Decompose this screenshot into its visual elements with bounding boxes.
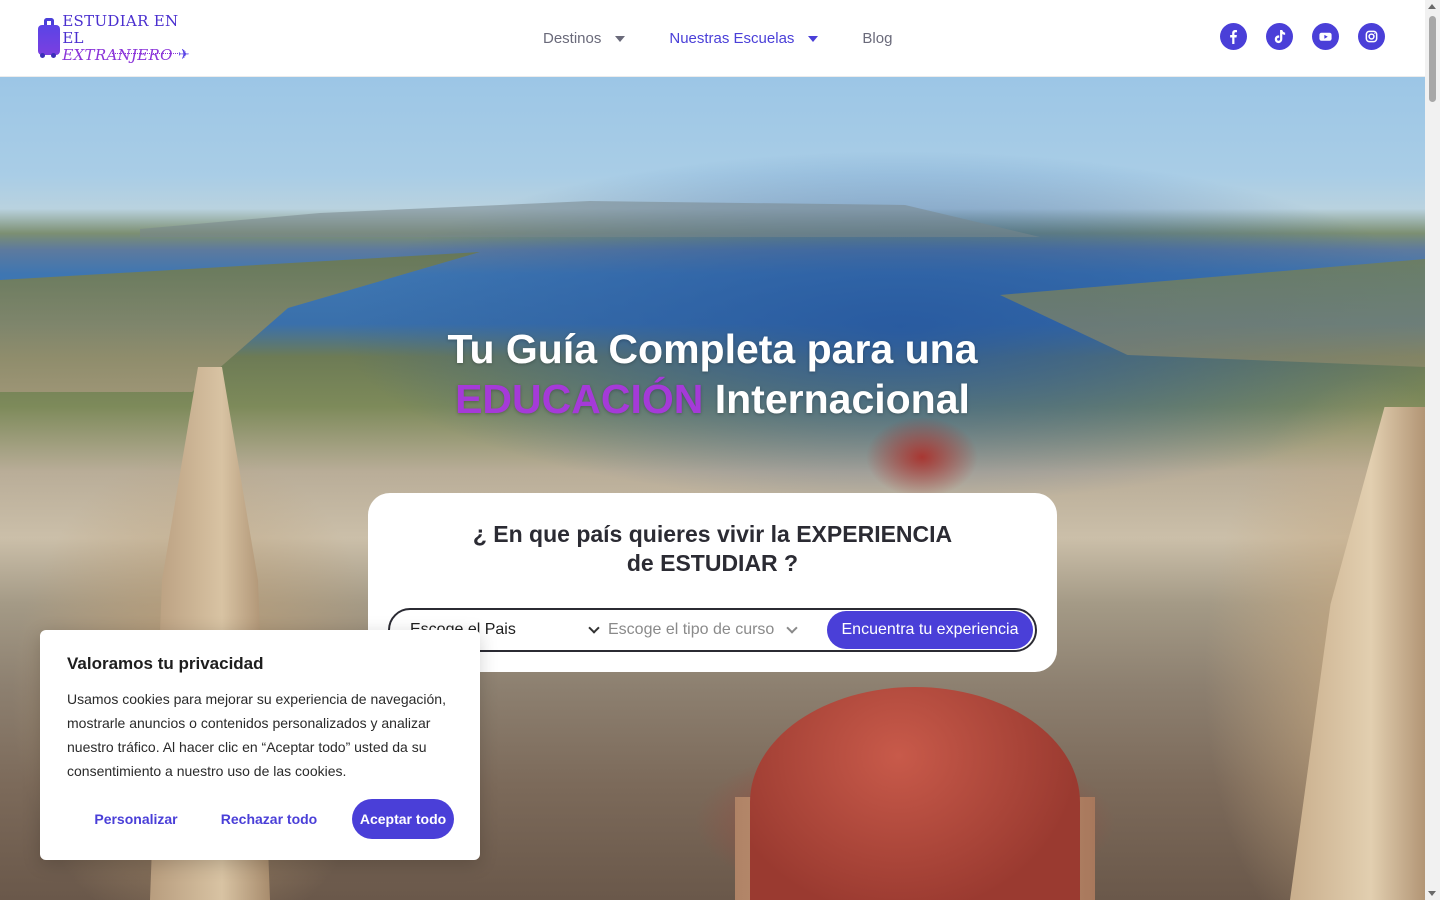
- chevron-down-icon: [786, 622, 798, 634]
- search-heading-line1: ¿ En que país quieres vivir la EXPERIENC…: [472, 521, 953, 547]
- main-nav: Destinos Nuestras Escuelas Blog: [543, 0, 892, 77]
- reject-all-button[interactable]: Rechazar todo: [210, 799, 328, 839]
- nav-item-label: Destinos: [543, 30, 602, 47]
- accept-all-button[interactable]: Aceptar todo: [352, 799, 454, 839]
- airplane-icon: ✈: [178, 46, 190, 62]
- tiktok-icon[interactable]: [1266, 23, 1293, 50]
- nav-item-nuestras-escuelas[interactable]: Nuestras Escuelas: [669, 30, 819, 47]
- cookie-title: Valoramos tu privacidad: [67, 654, 264, 673]
- site-header: ESTUDIAR EN EL EXTRANJERO ✈ Destinos Nue…: [0, 0, 1425, 77]
- page-scrollbar[interactable]: [1425, 0, 1440, 900]
- hero-title: Tu Guía Completa para una EDUCACIÓN Inte…: [0, 324, 1425, 424]
- course-select-value: Escoge el tipo de curso: [608, 621, 775, 638]
- cookie-text: Usamos cookies para mejorar su experienc…: [67, 691, 446, 779]
- hero-title-accent: EDUCACIÓN: [455, 376, 704, 422]
- hero-background-dome: [750, 687, 1080, 900]
- scroll-up-arrow-icon[interactable]: [1428, 4, 1436, 9]
- find-experience-button[interactable]: Encuentra tu experiencia: [827, 611, 1033, 649]
- caret-down-icon: [615, 35, 626, 42]
- logo-line1: ESTUDIAR EN EL: [62, 11, 179, 47]
- hero-title-rest: Internacional: [703, 376, 970, 422]
- instagram-icon[interactable]: [1358, 23, 1385, 50]
- search-bar: Escoge el Pais Escoge el tipo de curso E…: [388, 608, 1037, 652]
- nav-item-destinos[interactable]: Destinos: [543, 30, 626, 47]
- logo-line2: EXTRANJERO: [62, 45, 173, 64]
- social-links: [1220, 23, 1385, 50]
- chevron-down-icon: [588, 622, 600, 634]
- suitcase-icon: [38, 18, 60, 58]
- hero-title-line1: Tu Guía Completa para una: [447, 326, 978, 372]
- hero-background-island: [140, 201, 1040, 237]
- cookie-consent-dialog: Valoramos tu privacidad Usamos cookies p…: [40, 630, 480, 860]
- scrollbar-thumb[interactable]: [1429, 16, 1436, 102]
- course-type-select[interactable]: Escoge el tipo de curso: [608, 610, 798, 650]
- facebook-icon[interactable]: [1220, 23, 1247, 50]
- search-heading: ¿ En que país quieres vivir la EXPERIENC…: [368, 520, 1057, 578]
- nav-item-label: Nuestras Escuelas: [669, 30, 795, 47]
- customize-button[interactable]: Personalizar: [80, 799, 192, 839]
- scroll-down-arrow-icon[interactable]: [1428, 891, 1436, 896]
- site-logo[interactable]: ESTUDIAR EN EL EXTRANJERO ✈: [38, 11, 194, 64]
- youtube-icon[interactable]: [1312, 23, 1339, 50]
- search-heading-line2: de ESTUDIAR ?: [626, 550, 799, 576]
- logo-dotted-trail: [112, 53, 178, 54]
- nav-item-blog[interactable]: Blog: [862, 30, 892, 47]
- caret-down-icon: [808, 35, 819, 42]
- logo-text: ESTUDIAR EN EL EXTRANJERO: [62, 11, 194, 64]
- nav-item-label: Blog: [862, 30, 893, 47]
- hero-background-tower: [1290, 407, 1425, 900]
